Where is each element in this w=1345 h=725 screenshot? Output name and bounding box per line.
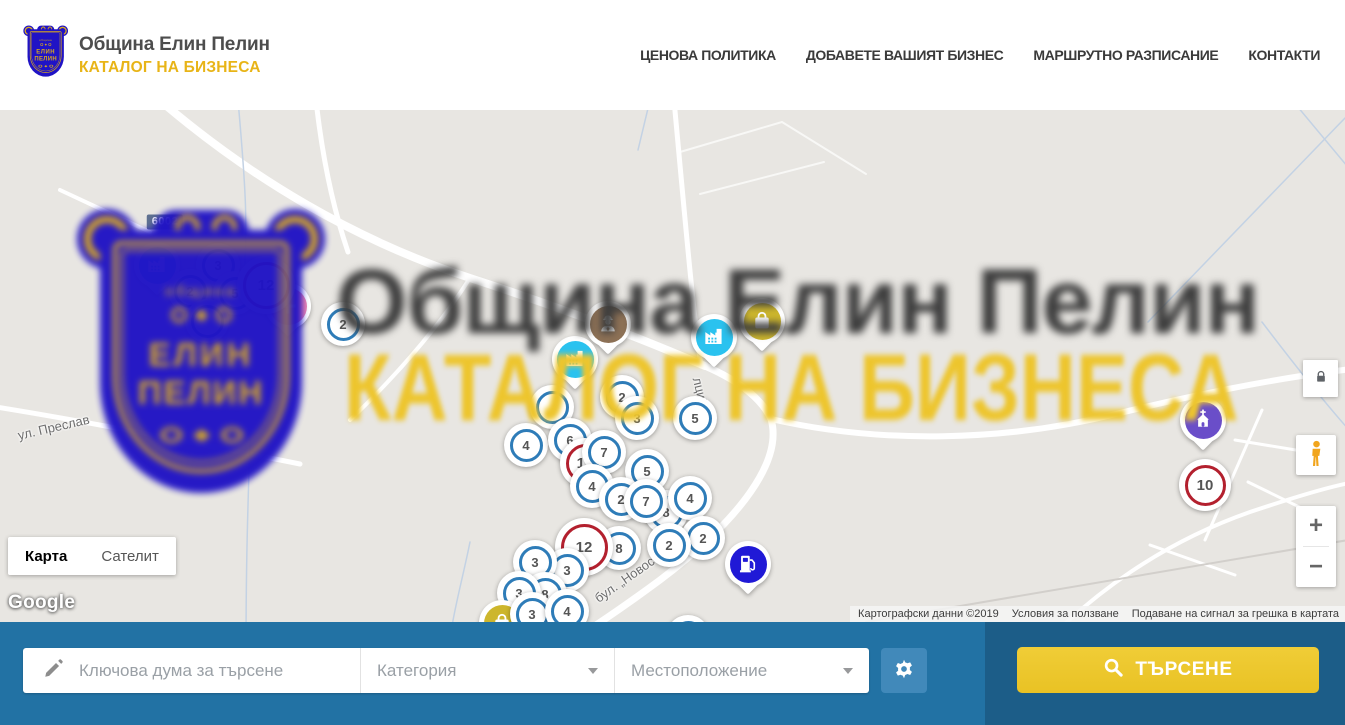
map-canvas[interactable]: 6002105 ул. Преславбул. „Новоселци“лци“ …	[0, 110, 1345, 622]
nav-item-pricing[interactable]: ЦЕНОВА ПОЛИТИКА	[640, 47, 776, 63]
map-attribution: Картографски данни ©2019 Условия за ползв…	[850, 606, 1345, 622]
cluster-marker[interactable]: 2	[321, 302, 365, 346]
map-attribution-link[interactable]: Условия за ползване	[1012, 608, 1119, 620]
cluster-marker[interactable]: 10	[1179, 459, 1231, 511]
site-subtitle: КАТАЛОГ НА БИЗНЕСА	[79, 59, 270, 77]
scale-lock-button[interactable]	[1303, 360, 1338, 397]
cluster-marker[interactable]: 3	[615, 396, 659, 440]
category-dropdown[interactable]: Категория	[360, 648, 614, 693]
map-type-satellite-button[interactable]: Сателит	[84, 537, 176, 575]
cluster-marker[interactable]: 12	[237, 256, 295, 314]
category-dropdown-label: Категория	[377, 661, 456, 681]
street-view-pegman-button[interactable]	[1296, 435, 1336, 475]
brand-logo[interactable]: община ЕЛИН ПЕЛИН Община Елин Пелин КАТА…	[25, 26, 270, 84]
map-attribution-link[interactable]: Подаване на сигнал за грешка в картата	[1132, 608, 1339, 620]
search-panel: Категория Местоположение ТЪРСЕНЕ	[0, 622, 1345, 725]
cluster-marker[interactable]: 4	[545, 589, 589, 622]
cluster-marker[interactable]: 7	[624, 479, 668, 523]
pegman-icon	[1308, 439, 1325, 472]
nav-item-contacts[interactable]: КОНТАКТИ	[1248, 47, 1320, 63]
cluster-marker[interactable]: 4	[504, 423, 548, 467]
search-button-label: ТЪРСЕНЕ	[1135, 659, 1232, 681]
location-dropdown[interactable]: Местоположение	[614, 648, 869, 693]
category-pin-bag[interactable]	[739, 298, 785, 358]
google-logo[interactable]: Google	[8, 592, 75, 614]
lock-icon	[1313, 369, 1329, 388]
nav-item-route-schedule[interactable]: МАРШРУТНО РАЗПИСАНИЕ	[1033, 47, 1218, 63]
chevron-down-icon	[843, 668, 853, 674]
keyword-section	[23, 648, 360, 693]
gear-icon	[893, 658, 915, 683]
site-title: Община Елин Пелин	[79, 34, 270, 56]
cluster-marker[interactable]: 2	[647, 523, 691, 567]
chevron-down-icon	[588, 668, 598, 674]
search-icon	[1103, 657, 1124, 684]
zoom-in-button[interactable]: +	[1296, 506, 1336, 546]
pencil-icon	[43, 657, 65, 684]
zoom-out-button[interactable]: −	[1296, 547, 1336, 587]
map-copyright: Картографски данни ©2019	[858, 608, 999, 620]
cluster-marker[interactable]: 5	[666, 615, 710, 622]
header: община ЕЛИН ПЕЛИН Община Елин Пелин КАТА…	[0, 0, 1345, 110]
main-nav: ЦЕНОВА ПОЛИТИКА ДОБАВЕТЕ ВАШИЯТ БИЗНЕС М…	[640, 47, 1320, 63]
crest-word-elin: ЕЛИН	[25, 49, 66, 55]
search-button[interactable]: ТЪРСЕНЕ	[1017, 647, 1319, 693]
advanced-settings-button[interactable]	[881, 648, 927, 693]
map-type-control: Карта Сателит	[8, 537, 176, 575]
nav-item-add-business[interactable]: ДОБАВЕТЕ ВАШИЯТ БИЗНЕС	[806, 47, 1004, 63]
municipality-crest-icon: община ЕЛИН ПЕЛИН	[25, 26, 67, 84]
map-markers: 3251222354615754287422812338334510	[0, 110, 1345, 622]
cluster-marker[interactable]: 4	[668, 476, 712, 520]
crest-word-obshtina: община	[25, 39, 66, 42]
cluster-marker[interactable]: 5	[673, 396, 717, 440]
zoom-control: + −	[1296, 506, 1336, 587]
cluster-marker[interactable]	[185, 299, 229, 343]
category-pin-fuel[interactable]	[725, 541, 771, 601]
crest-word-pelin: ПЕЛИН	[25, 56, 66, 62]
location-dropdown-label: Местоположение	[631, 661, 767, 681]
map-type-map-button[interactable]: Карта	[8, 537, 84, 575]
search-bar: Категория Местоположение	[23, 648, 869, 693]
keyword-search-input[interactable]	[77, 660, 360, 682]
category-pin-factory[interactable]	[691, 314, 737, 374]
category-pin-church[interactable]	[1180, 397, 1226, 457]
